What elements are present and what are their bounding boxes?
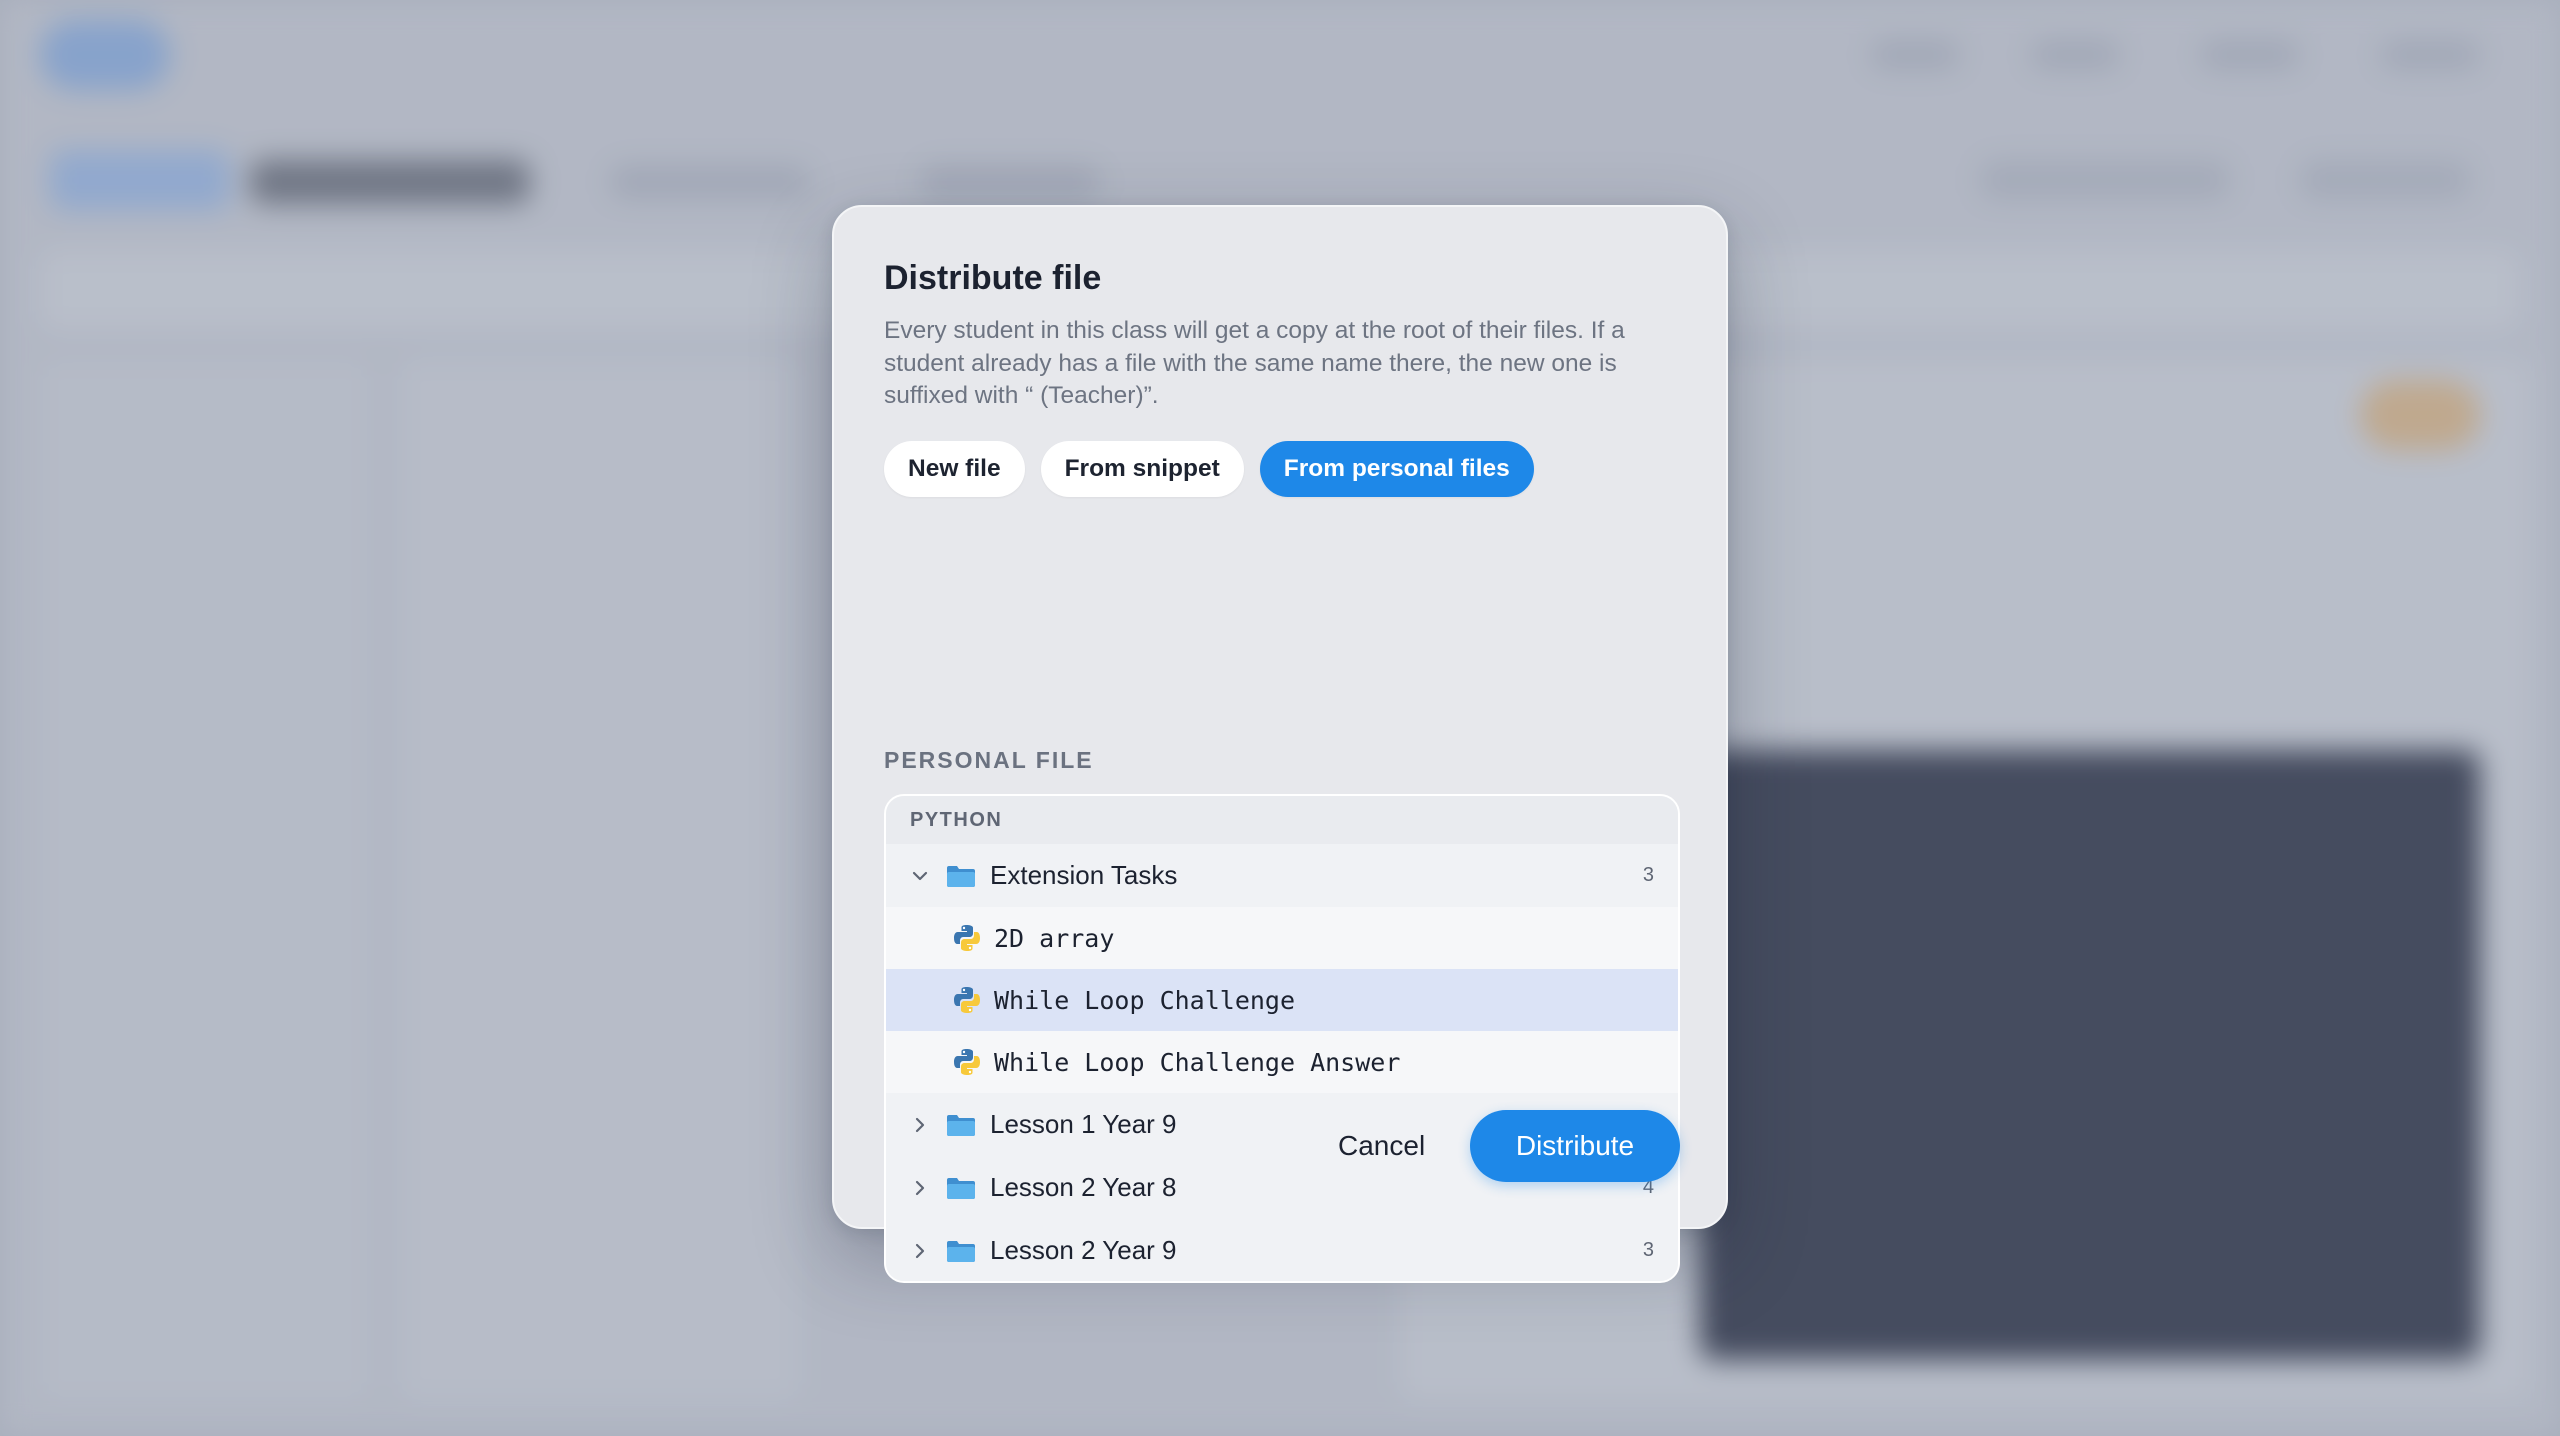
file-name: 2D array — [994, 923, 1115, 953]
python-icon — [952, 985, 982, 1015]
dialog-description: Every student in this class will get a c… — [884, 317, 1625, 409]
folder-icon — [946, 1239, 976, 1263]
chevron-right-icon[interactable] — [908, 1113, 932, 1137]
personal-file-label: PERSONAL FILE — [884, 747, 1094, 773]
file-name: While Loop Challenge Answer — [994, 1047, 1401, 1077]
folder-icon — [946, 864, 976, 888]
file-row-while-loop-challenge-answer[interactable]: While Loop Challenge Answer — [886, 1031, 1678, 1093]
folder-icon — [946, 1176, 976, 1200]
language-header: PYTHON — [886, 796, 1678, 844]
file-count: 3 — [1642, 1239, 1654, 1261]
file-row-while-loop-challenge[interactable]: While Loop Challenge — [886, 969, 1678, 1031]
folder-name: Lesson 2 Year 8 — [990, 1172, 1177, 1202]
chevron-down-icon[interactable] — [908, 864, 932, 888]
distribute-file-dialog: Distribute file Every student in this cl… — [832, 205, 1728, 1283]
chevron-right-icon[interactable] — [908, 1176, 932, 1200]
python-icon — [952, 1047, 982, 1077]
cancel-button[interactable]: Cancel — [1314, 1110, 1449, 1182]
tab-from-personal-files[interactable]: From personal files — [1259, 441, 1534, 497]
file-row-2d-array[interactable]: 2D array — [886, 907, 1678, 969]
python-icon — [952, 923, 982, 953]
folder-name: Extension Tasks — [990, 860, 1178, 890]
dialog-title: Distribute file — [884, 259, 1102, 297]
file-name: While Loop Challenge — [994, 985, 1296, 1015]
folder-row-lesson-2-year-9[interactable]: Lesson 2 Year 9 3 — [886, 1219, 1678, 1281]
folder-row-extension-tasks[interactable]: Extension Tasks 3 — [886, 844, 1678, 907]
folder-name: Lesson 2 Year 9 — [990, 1235, 1177, 1265]
file-count: 3 — [1642, 864, 1654, 886]
folder-icon — [946, 1113, 976, 1137]
personal-file-tree: PYTHON Extension Tasks 3 2D array While … — [884, 794, 1680, 1283]
distribute-button[interactable]: Distribute — [1470, 1110, 1680, 1182]
source-tabs: New file From snippet From personal file… — [884, 441, 1534, 497]
tab-from-snippet[interactable]: From snippet — [1040, 441, 1244, 497]
folder-name: Lesson 1 Year 9 — [990, 1109, 1177, 1139]
tab-new-file[interactable]: New file — [884, 441, 1025, 497]
chevron-right-icon[interactable] — [908, 1239, 932, 1263]
